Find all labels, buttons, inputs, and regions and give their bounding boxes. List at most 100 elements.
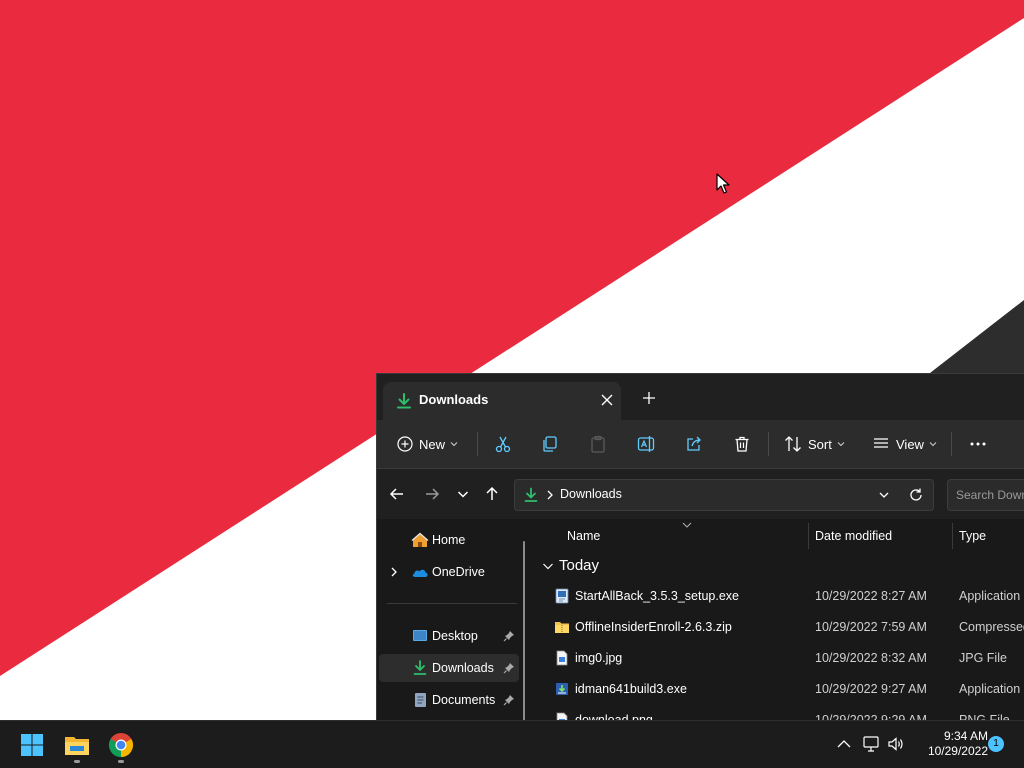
nav-label: Downloads <box>432 661 494 675</box>
taskbar: 9:34 AM 10/29/2022 1 <box>0 720 1024 768</box>
windows-start-icon[interactable] <box>16 729 48 761</box>
notification-badge[interactable]: 1 <box>988 736 1004 752</box>
file-list: Name Date modified Type Today StartAllBa… <box>536 519 1024 721</box>
breadcrumb-downloads[interactable]: Downloads <box>560 487 622 501</box>
sort-icon <box>785 436 801 452</box>
volume-icon[interactable] <box>887 735 905 753</box>
nav-item-desktop[interactable]: Desktop <box>379 622 519 650</box>
tab-strip: Downloads <box>377 374 1024 420</box>
onedrive-icon <box>412 569 428 577</box>
chevron-down-icon <box>543 563 553 569</box>
forward-arrow-icon[interactable] <box>422 484 442 504</box>
file-type: Compressed <box>959 620 1024 634</box>
paste-icon <box>591 435 605 453</box>
file-row[interactable]: download.png 10/29/2022 9:29 AM PNG File <box>536 705 1024 721</box>
close-tab-icon[interactable] <box>597 390 617 410</box>
rename-icon <box>637 436 655 452</box>
file-date: 10/29/2022 9:27 AM <box>815 682 927 696</box>
new-tab-plus-icon[interactable] <box>639 388 659 408</box>
file-type: Application <box>959 682 1021 696</box>
share-button[interactable] <box>685 420 703 468</box>
sort-label: Sort <box>808 436 832 452</box>
up-arrow-icon[interactable] <box>482 484 502 504</box>
refresh-icon[interactable] <box>908 487 924 503</box>
column-header-type[interactable]: Type <box>959 529 986 543</box>
view-icon <box>874 438 888 448</box>
paste-button[interactable] <box>589 420 607 468</box>
new-label: New <box>419 436 446 452</box>
installer-exe-icon <box>556 683 568 695</box>
column-divider[interactable] <box>808 523 809 549</box>
chevron-down-icon <box>837 442 845 447</box>
add-icon <box>397 436 413 452</box>
nav-label: OneDrive <box>432 565 485 579</box>
file-date: 10/29/2022 8:27 AM <box>815 589 927 603</box>
column-header-name[interactable]: Name <box>567 529 600 543</box>
tab-downloads[interactable]: Downloads <box>383 382 621 420</box>
more-icon <box>970 442 986 446</box>
file-type: JPG File <box>959 651 1007 665</box>
nav-label: Desktop <box>432 629 478 643</box>
sort-caret-icon <box>682 522 692 528</box>
chrome-icon[interactable] <box>105 729 137 761</box>
nav-label: Documents <box>432 693 496 707</box>
nav-label: Home <box>432 533 466 547</box>
more-options-button[interactable] <box>969 420 987 468</box>
copy-button[interactable] <box>541 420 559 468</box>
nav-item-home[interactable]: Home <box>379 526 519 554</box>
setup-exe-icon <box>555 588 569 604</box>
command-separator <box>477 432 478 456</box>
chevron-down-icon <box>450 442 458 447</box>
address-bar[interactable]: Downloads <box>514 479 934 511</box>
nav-item-onedrive[interactable]: OneDrive <box>379 558 519 586</box>
file-row[interactable]: img0.jpg 10/29/2022 8:32 AM JPG File <box>536 643 1024 674</box>
navigation-pane: Home OneDrive Desktop Downloads Document… <box>377 519 527 721</box>
desktop-icon <box>413 630 427 641</box>
nav-item-documents[interactable]: Documents <box>379 686 519 714</box>
system-clock[interactable]: 9:34 AM 10/29/2022 <box>914 729 988 759</box>
file-row[interactable]: StartAllBack_3.5.3_setup.exe 10/29/2022 … <box>536 581 1024 612</box>
recent-locations-chevron-icon[interactable] <box>453 484 473 504</box>
chevron-up-icon[interactable] <box>835 735 853 753</box>
new-button[interactable]: New <box>397 420 458 468</box>
chevron-right-icon[interactable] <box>389 566 399 578</box>
running-indicator <box>118 760 124 763</box>
nav-item-downloads[interactable]: Downloads <box>379 654 519 682</box>
file-date: 10/29/2022 8:32 AM <box>815 651 927 665</box>
command-separator <box>768 432 769 456</box>
back-arrow-icon[interactable] <box>387 484 407 504</box>
share-icon <box>687 436 701 451</box>
file-row[interactable]: OfflineInsiderEnroll-2.6.3.zip 10/29/202… <box>536 612 1024 643</box>
delete-button[interactable] <box>733 420 751 468</box>
copy-icon <box>543 436 557 452</box>
file-row[interactable]: idman641build3.exe 10/29/2022 9:27 AM Ap… <box>536 674 1024 705</box>
view-button[interactable]: View <box>872 420 937 468</box>
group-header-today[interactable]: Today <box>542 557 599 574</box>
sort-button[interactable]: Sort <box>784 420 845 468</box>
file-name: img0.jpg <box>575 651 623 665</box>
search-box[interactable] <box>947 479 1024 511</box>
running-indicator <box>74 760 80 763</box>
column-header-date[interactable]: Date modified <box>815 529 892 543</box>
clock-date: 10/29/2022 <box>927 744 988 758</box>
view-label: View <box>896 436 924 452</box>
file-date: 10/29/2022 7:59 AM <box>815 620 927 634</box>
network-icon[interactable] <box>862 735 880 753</box>
file-explorer-icon[interactable] <box>61 729 93 761</box>
command-bar: New Sort View <box>377 420 1024 469</box>
search-input[interactable] <box>948 480 1024 510</box>
mouse-cursor-icon <box>716 173 730 194</box>
column-divider[interactable] <box>952 523 953 549</box>
group-title: Today <box>559 557 600 574</box>
documents-icon <box>415 693 426 707</box>
chevron-down-icon[interactable] <box>877 488 891 502</box>
file-name: StartAllBack_3.5.3_setup.exe <box>575 589 739 603</box>
pin-icon <box>503 695 514 706</box>
cut-button[interactable] <box>494 420 512 468</box>
rename-button[interactable] <box>637 420 655 468</box>
pin-icon <box>503 631 514 642</box>
home-icon <box>411 532 429 547</box>
file-explorer-window: Downloads New Sort View Downloads Search… <box>376 373 1024 721</box>
nav-divider <box>387 603 517 604</box>
nav-scrollbar[interactable] <box>523 541 525 721</box>
